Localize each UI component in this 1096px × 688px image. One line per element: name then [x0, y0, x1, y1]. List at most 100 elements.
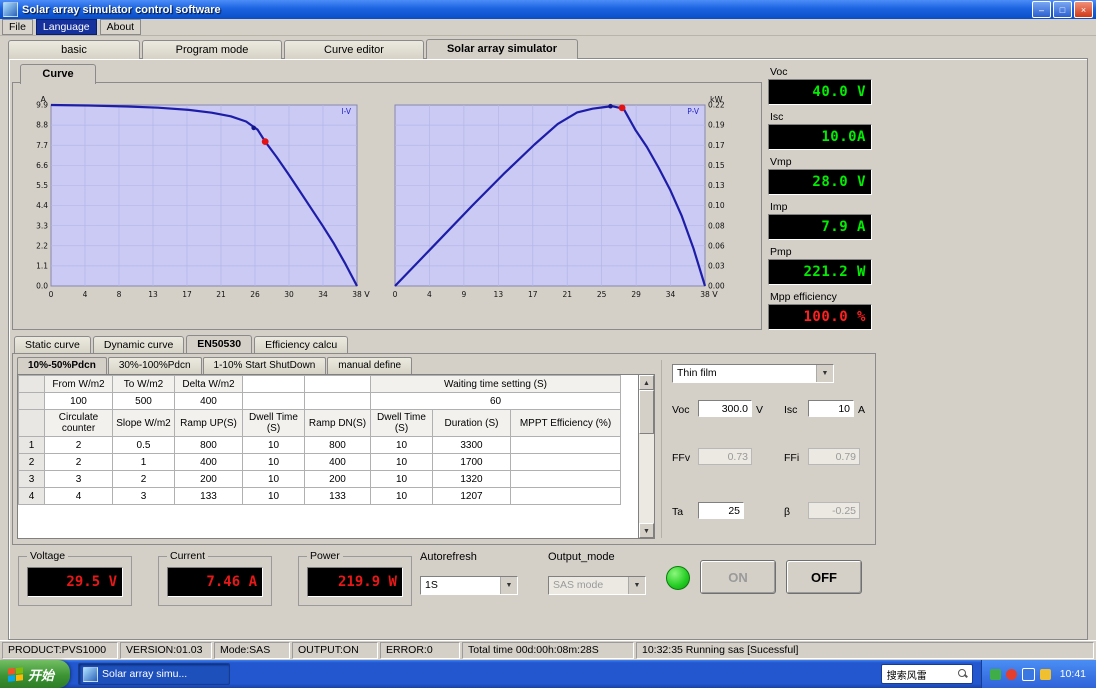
table-cell[interactable]: 1700	[432, 453, 511, 471]
tray-icon-network[interactable]	[1021, 667, 1035, 681]
table-row: 3 3 2 200 10 200 10 1320	[18, 470, 621, 488]
table-cell[interactable]: 3	[112, 487, 175, 505]
off-button[interactable]: OFF	[786, 560, 862, 594]
status-error: ERROR:0	[380, 642, 460, 659]
maximize-icon[interactable]: □	[1053, 1, 1072, 18]
table-cell[interactable]: 100	[44, 392, 113, 410]
tab-curve[interactable]: Curve	[20, 64, 96, 84]
output-mode-value: SAS mode	[553, 579, 604, 591]
taskbar-search-input[interactable]	[884, 667, 955, 681]
tab-program-mode[interactable]: Program mode	[142, 40, 282, 59]
ta-input[interactable]	[698, 502, 744, 519]
close-icon[interactable]: ×	[1074, 1, 1093, 18]
scroll-thumb[interactable]	[639, 390, 654, 434]
table-cell[interactable]: 10	[242, 487, 305, 505]
film-type-select[interactable]: Thin film ▼	[672, 364, 834, 383]
svg-text:25: 25	[597, 290, 607, 299]
row-number[interactable]: 2	[18, 453, 45, 471]
svg-text:4: 4	[83, 290, 88, 299]
tab-en50530[interactable]: EN50530	[186, 335, 253, 354]
tab-dynamic-curve[interactable]: Dynamic curve	[92, 336, 185, 354]
table-cell[interactable]: 10	[242, 470, 305, 488]
table-cell[interactable]: 1320	[432, 470, 511, 488]
tab-solar-array-simulator[interactable]: Solar array simulator	[426, 39, 578, 59]
table-cell[interactable]: 10	[242, 453, 305, 471]
tray-icon-antivirus[interactable]	[989, 668, 1001, 680]
minimize-icon[interactable]: –	[1032, 1, 1051, 18]
scroll-up-icon[interactable]: ▲	[639, 375, 654, 390]
table-cell[interactable]: 2	[112, 470, 175, 488]
svg-text:1.1: 1.1	[36, 261, 48, 270]
table-cell[interactable]: 2	[44, 453, 113, 471]
ffi-input	[808, 448, 860, 465]
table-cell[interactable]	[510, 453, 621, 471]
svg-text:P-V: P-V	[687, 107, 700, 116]
table-cell[interactable]: 1	[112, 453, 175, 471]
tab-basic[interactable]: basic	[8, 40, 140, 59]
table-cell[interactable]: 133	[174, 487, 243, 505]
svg-text:A: A	[41, 95, 47, 104]
table-cell[interactable]: 3300	[432, 436, 511, 454]
table-cell[interactable]: 2	[44, 436, 113, 454]
subtab-30-100-pdcn[interactable]: 30%-100%Pdcn	[107, 357, 202, 374]
statusbar: PRODUCT:PVS1000 VERSION:01.03 Mode:SAS O…	[0, 640, 1096, 660]
table-cell[interactable]: 500	[112, 392, 175, 410]
table-cell[interactable]: 10	[242, 436, 305, 454]
table-cell[interactable]: 10	[370, 470, 433, 488]
tray-icon-alert[interactable]	[1005, 668, 1017, 680]
subtab-10-50-pdcn[interactable]: 10%-50%Pdcn	[17, 357, 107, 374]
tab-curve-editor[interactable]: Curve editor	[284, 40, 424, 59]
autorefresh-select[interactable]: 1S ▼	[420, 576, 518, 595]
tab-static-curve[interactable]: Static curve	[14, 336, 91, 354]
table-row: 2 2 1 400 10 400 10 1700	[18, 453, 621, 471]
pv-curve-chart: 0 4 9 13 17 21 25 29 34 38 V 0.22 0.19 0.17 0.15 0.13 0.…	[387, 93, 739, 303]
table-cell[interactable]: 4	[44, 487, 113, 505]
tray-icon-messenger[interactable]	[1039, 668, 1051, 680]
tab-efficiency-calcu[interactable]: Efficiency calcu	[254, 336, 349, 354]
table-cell[interactable]	[510, 470, 621, 488]
table-cell[interactable]: 800	[174, 436, 243, 454]
table-cell[interactable]: 400	[174, 453, 243, 471]
table-cell[interactable]: 800	[304, 436, 371, 454]
table-cell[interactable]: 400	[174, 392, 243, 410]
voc-input[interactable]	[698, 400, 752, 417]
subtab-1-10-start-shutdown[interactable]: 1-10% Start ShutDown	[202, 357, 327, 374]
table-cell[interactable]: 1207	[432, 487, 511, 505]
table-cell[interactable]: 10	[370, 487, 433, 505]
table-scrollbar[interactable]: ▲ ▼	[638, 375, 654, 538]
table-cell[interactable]: 133	[304, 487, 371, 505]
table-cell[interactable]	[510, 487, 621, 505]
table-cell[interactable]	[510, 436, 621, 454]
ffi-label: FFi	[784, 452, 800, 464]
menu-file[interactable]: File	[2, 19, 33, 35]
menu-about[interactable]: About	[99, 19, 142, 35]
menu-language[interactable]: Language	[35, 19, 97, 35]
screen: Solar array simulator control software –…	[0, 0, 1096, 688]
table-cell[interactable]: 400	[304, 453, 371, 471]
readout-pmp: Pmp 221.2 W	[768, 246, 872, 285]
column-header: Delta W/m2	[174, 375, 243, 393]
scroll-down-icon[interactable]: ▼	[639, 523, 654, 538]
column-header: Ramp UP(S)	[174, 409, 243, 437]
table-cell[interactable]: 10	[370, 453, 433, 471]
row-number[interactable]: 4	[18, 487, 45, 505]
status-total-time: Total time 00d:00h:08m:28S	[462, 642, 634, 659]
table-cell[interactable]: 60	[370, 392, 621, 410]
start-button[interactable]: 开始	[0, 660, 71, 688]
window-controls: – □ ×	[1032, 1, 1093, 18]
taskbar-task-button[interactable]: Solar array simu...	[78, 663, 231, 685]
readout-label: Imp	[770, 201, 788, 213]
table-cell[interactable]: 0.5	[112, 436, 175, 454]
row-number[interactable]: 3	[18, 470, 45, 488]
svg-text:0.19: 0.19	[708, 121, 725, 130]
subtab-manual-define[interactable]: manual define	[327, 357, 413, 374]
row-number[interactable]: 1	[18, 436, 45, 454]
on-button[interactable]: ON	[700, 560, 776, 594]
table-cell[interactable]: 200	[174, 470, 243, 488]
search-icon[interactable]	[957, 668, 969, 680]
isc-input[interactable]	[808, 400, 854, 417]
readout-label: Voc	[770, 66, 788, 78]
table-cell[interactable]: 10	[370, 436, 433, 454]
table-cell[interactable]: 200	[304, 470, 371, 488]
table-cell[interactable]: 3	[44, 470, 113, 488]
